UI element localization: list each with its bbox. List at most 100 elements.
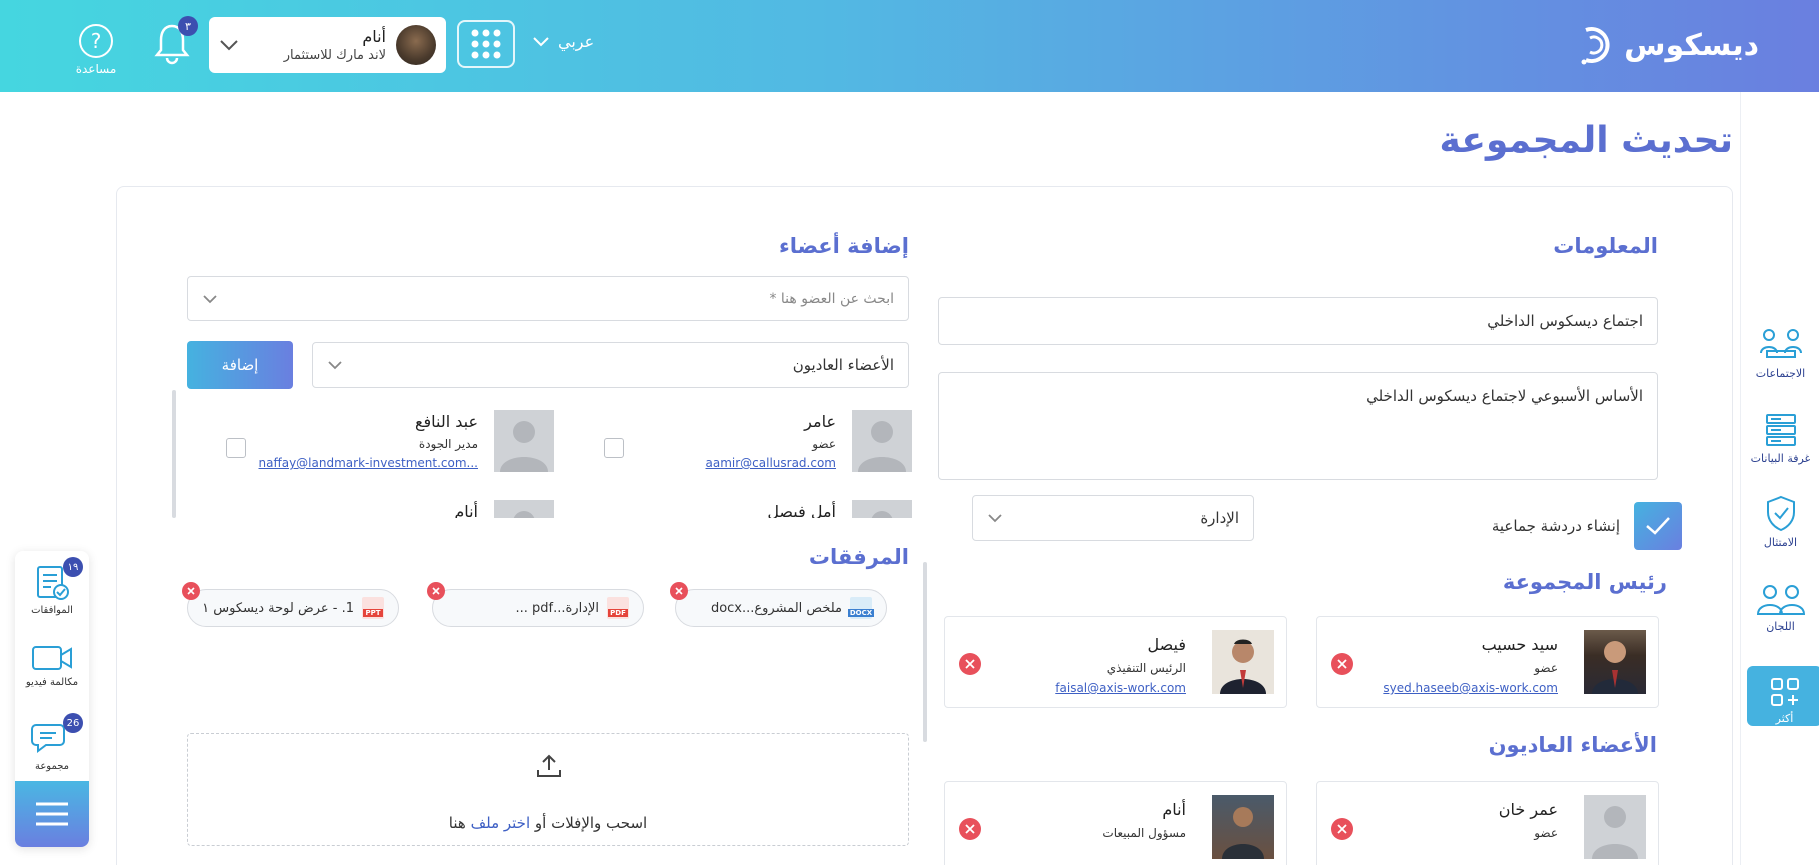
member-photo (852, 500, 912, 518)
attachment-chip[interactable]: PDF الإدارة...pdf ... (427, 582, 644, 627)
add-member-button[interactable]: إضافة (187, 341, 293, 389)
help-label: مساعدة (75, 62, 117, 76)
quick-item-approvals[interactable]: ١٩ الموافقات (15, 557, 89, 616)
create-chat-checkbox[interactable] (1634, 502, 1682, 550)
member-email[interactable]: syed.haseeb@axis-work.com (1383, 681, 1558, 695)
remove-member-button[interactable] (959, 653, 981, 675)
member-email[interactable]: aamir@callusrad.com (706, 456, 837, 470)
member-search-results: عامر عضو aamir@callusrad.com عبد النافع … (186, 400, 912, 518)
approvals-badge: ١٩ (63, 557, 83, 577)
person-photo-icon (1222, 807, 1264, 859)
member-name: أمل فيصل (767, 502, 836, 518)
select-member-checkbox[interactable] (226, 438, 246, 458)
remove-member-button[interactable] (1331, 653, 1353, 675)
person-placeholder-icon (500, 421, 548, 472)
department-select[interactable]: الإدارة (972, 495, 1254, 541)
chevron-down-icon (203, 294, 217, 303)
apps-grid-button[interactable] (457, 20, 515, 68)
quick-item-label: مكالمة فيديو (25, 677, 79, 688)
sidebar-item-compliance[interactable]: الامتثال (1741, 494, 1819, 549)
person-placeholder-icon (513, 511, 535, 518)
member-photo (494, 410, 554, 472)
member-search-placeholder: ابحث عن العضو هنا * (769, 290, 894, 307)
close-icon (965, 659, 975, 669)
member-role-select[interactable]: الأعضاء العاديون (312, 342, 909, 388)
quick-item-video-call[interactable]: مكالمة فيديو (15, 641, 89, 688)
file-type-label: PDF (608, 609, 628, 617)
member-photo (852, 410, 912, 472)
remove-attachment-button[interactable] (182, 582, 200, 600)
close-icon (432, 587, 440, 595)
member-search-input[interactable]: ابحث عن العضو هنا * (187, 276, 909, 321)
chevron-down-icon (988, 514, 1002, 523)
video-call-icon (32, 646, 72, 670)
search-result-item[interactable]: أمل فيصل (552, 500, 912, 518)
search-result-item[interactable]: أنام (194, 500, 554, 518)
attachments-section-title: المرفقات (808, 545, 909, 569)
person-photo-icon (1220, 639, 1266, 694)
ppt-file-icon: PPT (362, 597, 384, 619)
sidebar-item-data-room[interactable]: غرفة البيانات (1741, 412, 1819, 465)
member-name: أنام (454, 502, 478, 518)
chevron-down-icon (220, 40, 238, 51)
member-photo (1212, 795, 1274, 859)
quick-item-label: مجموعة (34, 761, 70, 772)
group-head-card: سيد حسيب عضو syed.haseeb@axis-work.com (1316, 616, 1659, 708)
person-placeholder-icon (871, 511, 893, 518)
close-icon (1337, 659, 1347, 669)
help-button[interactable]: ? مساعدة (70, 24, 122, 76)
remove-member-button[interactable] (1331, 818, 1353, 840)
drop-text-suffix: هنا (448, 814, 466, 832)
remove-member-button[interactable] (959, 818, 981, 840)
member-role: عضو (812, 437, 836, 451)
close-icon (187, 587, 195, 595)
member-photo (1584, 630, 1646, 694)
member-name: أنام (1162, 800, 1186, 819)
member-photo (494, 500, 554, 518)
drop-text-prefix: اسحب والإفلات أو (534, 814, 648, 832)
help-icon: ? (79, 24, 113, 58)
meetings-icon (1759, 329, 1802, 358)
quick-item-group-chat[interactable]: 26 مجموعة (15, 713, 89, 772)
language-selector[interactable]: عربي (532, 32, 594, 51)
member-name: سيد حسيب (1481, 635, 1558, 654)
docx-file-icon: DOCX (847, 597, 875, 619)
search-result-item[interactable]: عبد النافع مدير الجودة naffay@landmark-i… (194, 410, 554, 474)
notification-badge: ٣ (178, 16, 198, 36)
info-section-title: المعلومات (1553, 234, 1658, 258)
remove-attachment-button[interactable] (427, 582, 445, 600)
group-name-input[interactable]: اجتماع ديسكوس الداخلي (938, 297, 1658, 345)
sidebar-item-committees[interactable]: اللجان (1741, 582, 1819, 633)
form-scrollbar[interactable] (923, 562, 927, 742)
logo-mark-icon (1581, 27, 1610, 65)
search-result-item[interactable]: عامر عضو aamir@callusrad.com (552, 410, 912, 474)
user-menu[interactable]: أنام لاند مارك للاستثمار (209, 17, 446, 73)
file-type-label: PPT (363, 609, 383, 617)
attachment-chip[interactable]: PPT 1. - عرض لوحة ديسكوس ١ (182, 582, 399, 627)
checkmark-icon (1646, 517, 1670, 535)
hamburger-icon (36, 802, 68, 826)
quick-item-label: الموافقات (31, 605, 73, 616)
department-select-value: الإدارة (1200, 509, 1239, 527)
select-member-checkbox[interactable] (604, 438, 624, 458)
hamburger-menu-button[interactable] (15, 781, 89, 847)
sidebar-item-meetings[interactable]: الاجتماعات (1741, 327, 1819, 380)
file-drop-zone[interactable]: اسحب والإفلات أو اختر ملف هنا (187, 733, 909, 846)
upload-icon (537, 754, 561, 777)
remove-attachment-button[interactable] (670, 582, 688, 600)
group-description-textarea[interactable]: الأساس الأسبوعي لاجتماع ديسكوس الداخلي (938, 372, 1658, 480)
attachment-chip[interactable]: DOCX ملخص المشروع...docx (670, 582, 887, 627)
add-members-section-title: إضافة أعضاء (778, 234, 909, 258)
right-sidebar: الاجتماعات غرفة البيانات الامتثال اللجان (1740, 92, 1819, 865)
regular-member-card: عمر خان عضو (1316, 781, 1659, 865)
app-logo[interactable]: ديسكوس (1572, 22, 1759, 68)
results-scrollbar[interactable] (172, 390, 176, 518)
sidebar-item-label: غرفة البيانات (1750, 452, 1811, 465)
member-role: مدير الجودة (418, 437, 478, 451)
member-role: مسؤول المبيعات (1102, 826, 1186, 840)
choose-file-link[interactable]: اختر ملف (471, 814, 531, 832)
member-email[interactable]: faisal@axis-work.com (1055, 681, 1186, 695)
member-email[interactable]: naffay@landmark-investment.com... (259, 456, 479, 470)
member-name: فيصل (1147, 635, 1186, 654)
sidebar-item-more[interactable]: أكثر (1747, 666, 1819, 726)
